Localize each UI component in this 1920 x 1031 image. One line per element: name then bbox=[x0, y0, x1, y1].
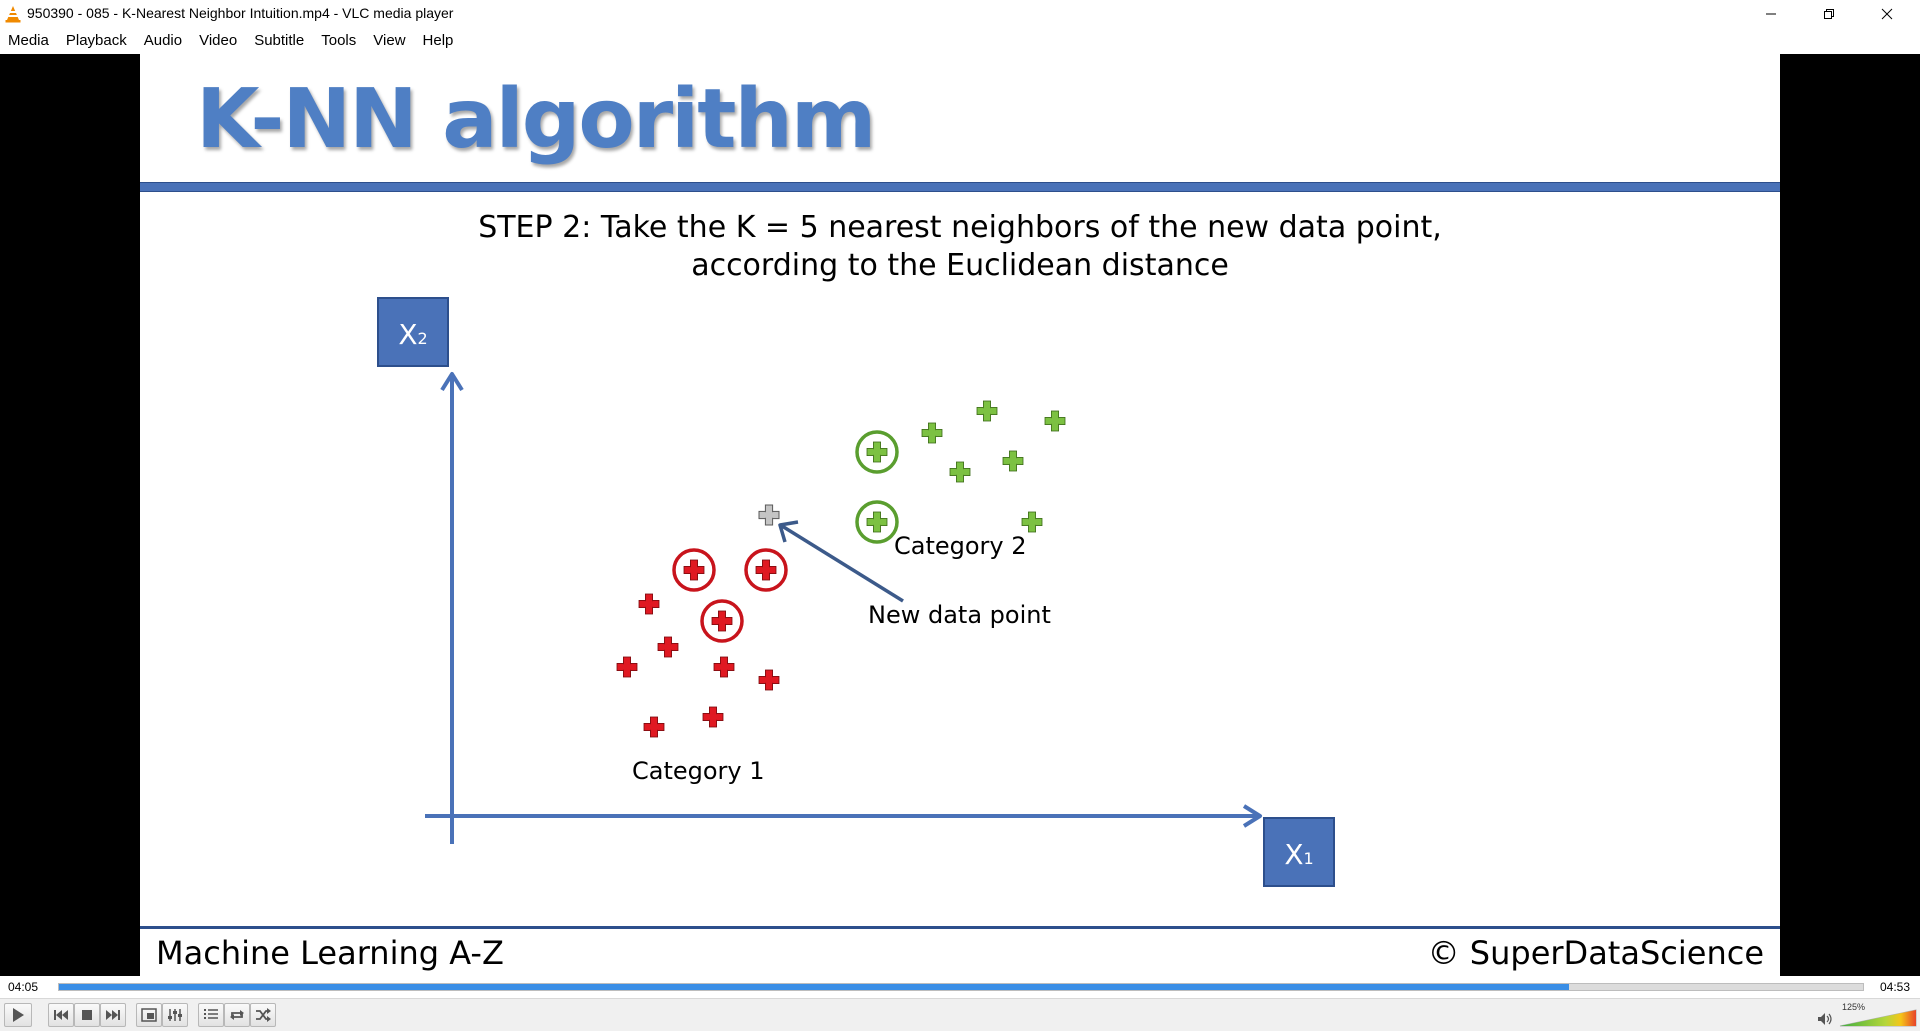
loop-button[interactable] bbox=[224, 1003, 250, 1027]
red-point bbox=[657, 636, 679, 658]
knn-diagram: X2 X1 Category 2 New data point Category… bbox=[377, 297, 1335, 887]
seek-row: 04:05 04:53 bbox=[0, 976, 1920, 998]
axis-y-label-sub: 2 bbox=[418, 329, 428, 348]
previous-button[interactable] bbox=[48, 1003, 74, 1027]
fullscreen-button[interactable] bbox=[136, 1003, 162, 1027]
stop-icon bbox=[82, 1010, 92, 1020]
window-titlebar: 950390 - 085 - K-Nearest Neighbor Intuit… bbox=[0, 0, 1920, 28]
time-total[interactable]: 04:53 bbox=[1880, 980, 1910, 994]
volume-slider[interactable] bbox=[1838, 1004, 1918, 1028]
playlist-icon bbox=[204, 1009, 218, 1019]
footer-course-name: Machine Learning A-Z bbox=[156, 934, 504, 972]
playlist-button[interactable] bbox=[198, 1003, 224, 1027]
menu-subtitle[interactable]: Subtitle bbox=[246, 28, 313, 54]
minimize-icon bbox=[1766, 13, 1776, 15]
axis-x-label-sub: 1 bbox=[1304, 849, 1314, 868]
maximize-button[interactable] bbox=[1800, 0, 1858, 28]
green-point bbox=[921, 422, 943, 444]
extended-settings-button[interactable] bbox=[162, 1003, 188, 1027]
shuffle-button[interactable] bbox=[250, 1003, 276, 1027]
time-elapsed: 04:05 bbox=[8, 980, 39, 994]
shuffle-icon bbox=[256, 1008, 271, 1022]
menu-playback[interactable]: Playback bbox=[58, 28, 136, 54]
axis-x-label-main: X bbox=[1284, 838, 1303, 871]
footer-rule bbox=[140, 926, 1780, 929]
green-point bbox=[1044, 410, 1066, 432]
menu-media[interactable]: Media bbox=[0, 28, 58, 54]
video-area[interactable]: K-NN algorithm STEP 2: Take the K = 5 ne… bbox=[0, 54, 1920, 976]
fullscreen-icon bbox=[141, 1008, 157, 1022]
seek-bar-progress bbox=[59, 984, 1569, 990]
play-icon bbox=[13, 1008, 24, 1022]
extended-settings-icon bbox=[168, 1009, 182, 1021]
red-point bbox=[758, 669, 780, 691]
video-frame-slide: K-NN algorithm STEP 2: Take the K = 5 ne… bbox=[140, 54, 1780, 976]
red-point bbox=[643, 716, 665, 738]
category1-label: Category 1 bbox=[632, 757, 765, 785]
red-point bbox=[713, 656, 735, 678]
menu-bar: Media Playback Audio Video Subtitle Tool… bbox=[0, 28, 1920, 54]
category2-label: Category 2 bbox=[894, 532, 1027, 560]
player-controls: 125% bbox=[0, 998, 1920, 1031]
new-data-point-label: New data point bbox=[868, 601, 1051, 629]
green-point bbox=[949, 461, 971, 483]
green-point bbox=[1002, 450, 1024, 472]
menu-video[interactable]: Video bbox=[191, 28, 246, 54]
window-title: 950390 - 085 - K-Nearest Neighbor Intuit… bbox=[27, 5, 454, 21]
axis-y-label-main: X bbox=[398, 318, 417, 351]
seek-bar[interactable] bbox=[58, 983, 1864, 991]
stop-button[interactable] bbox=[74, 1003, 100, 1027]
next-icon bbox=[106, 1010, 120, 1020]
menu-view[interactable]: View bbox=[365, 28, 414, 54]
close-icon bbox=[1881, 8, 1893, 20]
loop-icon bbox=[230, 1010, 244, 1020]
red-point bbox=[702, 706, 724, 728]
footer-copyright: © SuperDataScience bbox=[1427, 934, 1764, 972]
vlc-cone-icon bbox=[5, 6, 21, 23]
speaker-icon[interactable] bbox=[1817, 1012, 1833, 1026]
minimize-button[interactable] bbox=[1742, 0, 1800, 28]
next-button[interactable] bbox=[100, 1003, 126, 1027]
menu-audio[interactable]: Audio bbox=[136, 28, 191, 54]
menu-tools[interactable]: Tools bbox=[313, 28, 365, 54]
close-button[interactable] bbox=[1858, 0, 1916, 28]
new-data-point bbox=[758, 504, 780, 526]
red-point bbox=[616, 656, 638, 678]
red-point bbox=[638, 593, 660, 615]
previous-icon bbox=[54, 1010, 68, 1020]
maximize-icon bbox=[1824, 9, 1834, 19]
menu-help[interactable]: Help bbox=[415, 28, 463, 54]
play-button[interactable] bbox=[4, 1003, 32, 1027]
green-point bbox=[976, 400, 998, 422]
green-point bbox=[1021, 511, 1043, 533]
